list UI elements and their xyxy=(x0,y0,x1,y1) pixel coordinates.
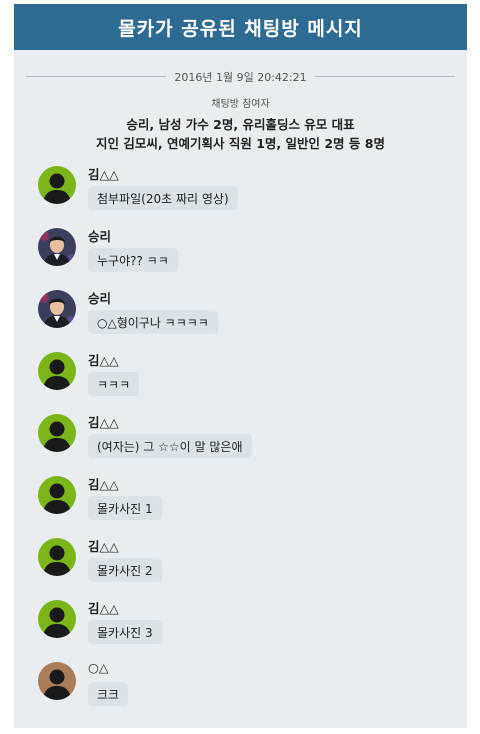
message-bubble: (여자는) 그 ☆☆이 말 많은애 xyxy=(88,434,252,458)
participants-line-1: 승리, 남성 가수 2명, 유리홀딩스 유모 대표 xyxy=(126,117,355,132)
message-item: 김△△ 몰카사진 1 xyxy=(14,474,467,534)
message-item: ○△ 크크 xyxy=(14,660,467,720)
chat-panel: 몰카가 공유된 채팅방 메시지 2016년 1월 9일 20:42:21 채팅방… xyxy=(14,4,467,728)
message-item: 김△△ ㅋㅋㅋ xyxy=(14,350,467,410)
message-item: 김△△ 첨부파일(20초 짜리 영상) xyxy=(14,164,467,224)
page-title: 몰카가 공유된 채팅방 메시지 xyxy=(14,4,467,50)
avatar-silhouette-icon[interactable] xyxy=(38,600,76,638)
message-item: 김△△ 몰카사진 3 xyxy=(14,598,467,658)
sender-name: 승리 xyxy=(88,291,112,306)
message-bubble: ㅋㅋㅋ xyxy=(88,372,140,396)
sender-name: 김△△ xyxy=(88,167,119,182)
chat-date: 2016년 1월 9일 20:42:21 xyxy=(166,69,315,85)
avatar-silhouette-icon[interactable] xyxy=(38,414,76,452)
message-bubble: 크크 xyxy=(88,682,129,706)
avatar-photo-icon[interactable] xyxy=(38,290,76,328)
message-item: 김△△ 몰카사진 2 xyxy=(14,536,467,596)
sender-name: 김△△ xyxy=(88,601,119,616)
message-bubble: 첨부파일(20초 짜리 영상) xyxy=(88,186,238,210)
participants-info: 채팅방 참여자 승리, 남성 가수 2명, 유리홀딩스 유모 대표 지인 김모씨… xyxy=(14,95,467,153)
sender-name: 김△△ xyxy=(88,539,119,554)
avatar-silhouette-icon[interactable] xyxy=(38,662,76,700)
participants-line-2: 지인 김모씨, 연예기획사 직원 1명, 일반인 2명 등 8명 xyxy=(96,136,385,151)
message-item: 승리 ○△형이구나 ㅋㅋㅋㅋ xyxy=(14,288,467,348)
avatar-silhouette-icon[interactable] xyxy=(38,538,76,576)
sender-name: 김△△ xyxy=(88,415,119,430)
message-bubble: 몰카사진 3 xyxy=(88,620,162,644)
divider-line-left xyxy=(26,76,166,77)
avatar-photo-icon[interactable] xyxy=(38,228,76,266)
sender-name: 김△△ xyxy=(88,477,119,492)
message-bubble: 누구야?? ㅋㅋ xyxy=(88,248,178,272)
sender-name: 김△△ xyxy=(88,353,119,368)
sender-name: ○△ xyxy=(88,660,109,675)
sender-name: 승리 xyxy=(88,229,112,244)
message-bubble: ○△형이구나 ㅋㅋㅋㅋ xyxy=(88,310,218,334)
participants-label: 채팅방 참여자 xyxy=(211,99,270,110)
message-bubble: 몰카사진 1 xyxy=(88,496,162,520)
date-divider: 2016년 1월 9일 20:42:21 xyxy=(14,65,467,89)
message-item: 김△△ (여자는) 그 ☆☆이 말 많은애 xyxy=(14,412,467,472)
divider-line-right xyxy=(315,76,455,77)
message-bubble: 몰카사진 2 xyxy=(88,558,162,582)
avatar-silhouette-icon[interactable] xyxy=(38,476,76,514)
avatar-silhouette-icon[interactable] xyxy=(38,352,76,390)
avatar-silhouette-icon[interactable] xyxy=(38,166,76,204)
message-item: 승리 누구야?? ㅋㅋ xyxy=(14,226,467,286)
